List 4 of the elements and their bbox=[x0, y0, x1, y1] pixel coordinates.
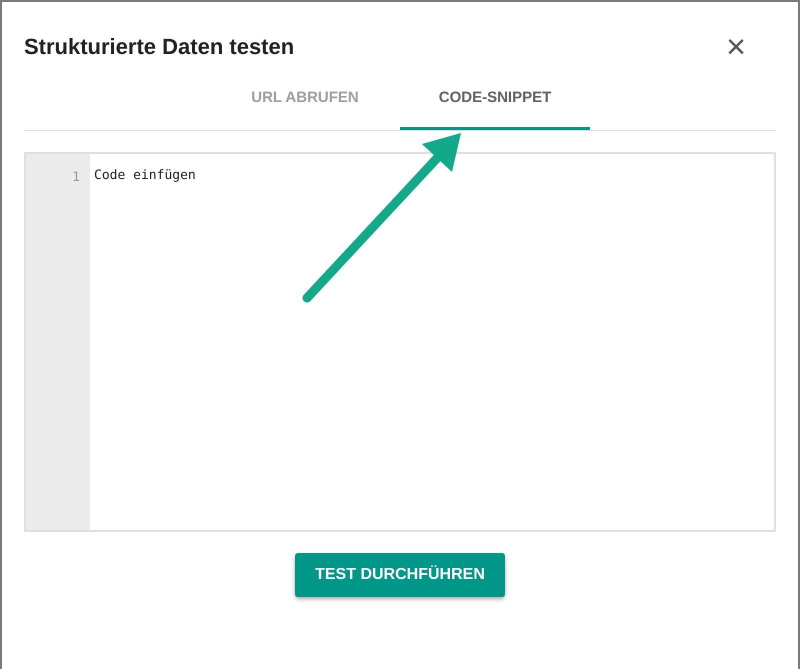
tab[interactable]: CODE-SNIPPET bbox=[400, 68, 590, 130]
run-test-button[interactable]: TEST DURCHFÜHREN bbox=[295, 553, 505, 597]
close-button[interactable]: × bbox=[722, 32, 750, 62]
dialog-title: Strukturierte Daten testen bbox=[24, 34, 294, 60]
